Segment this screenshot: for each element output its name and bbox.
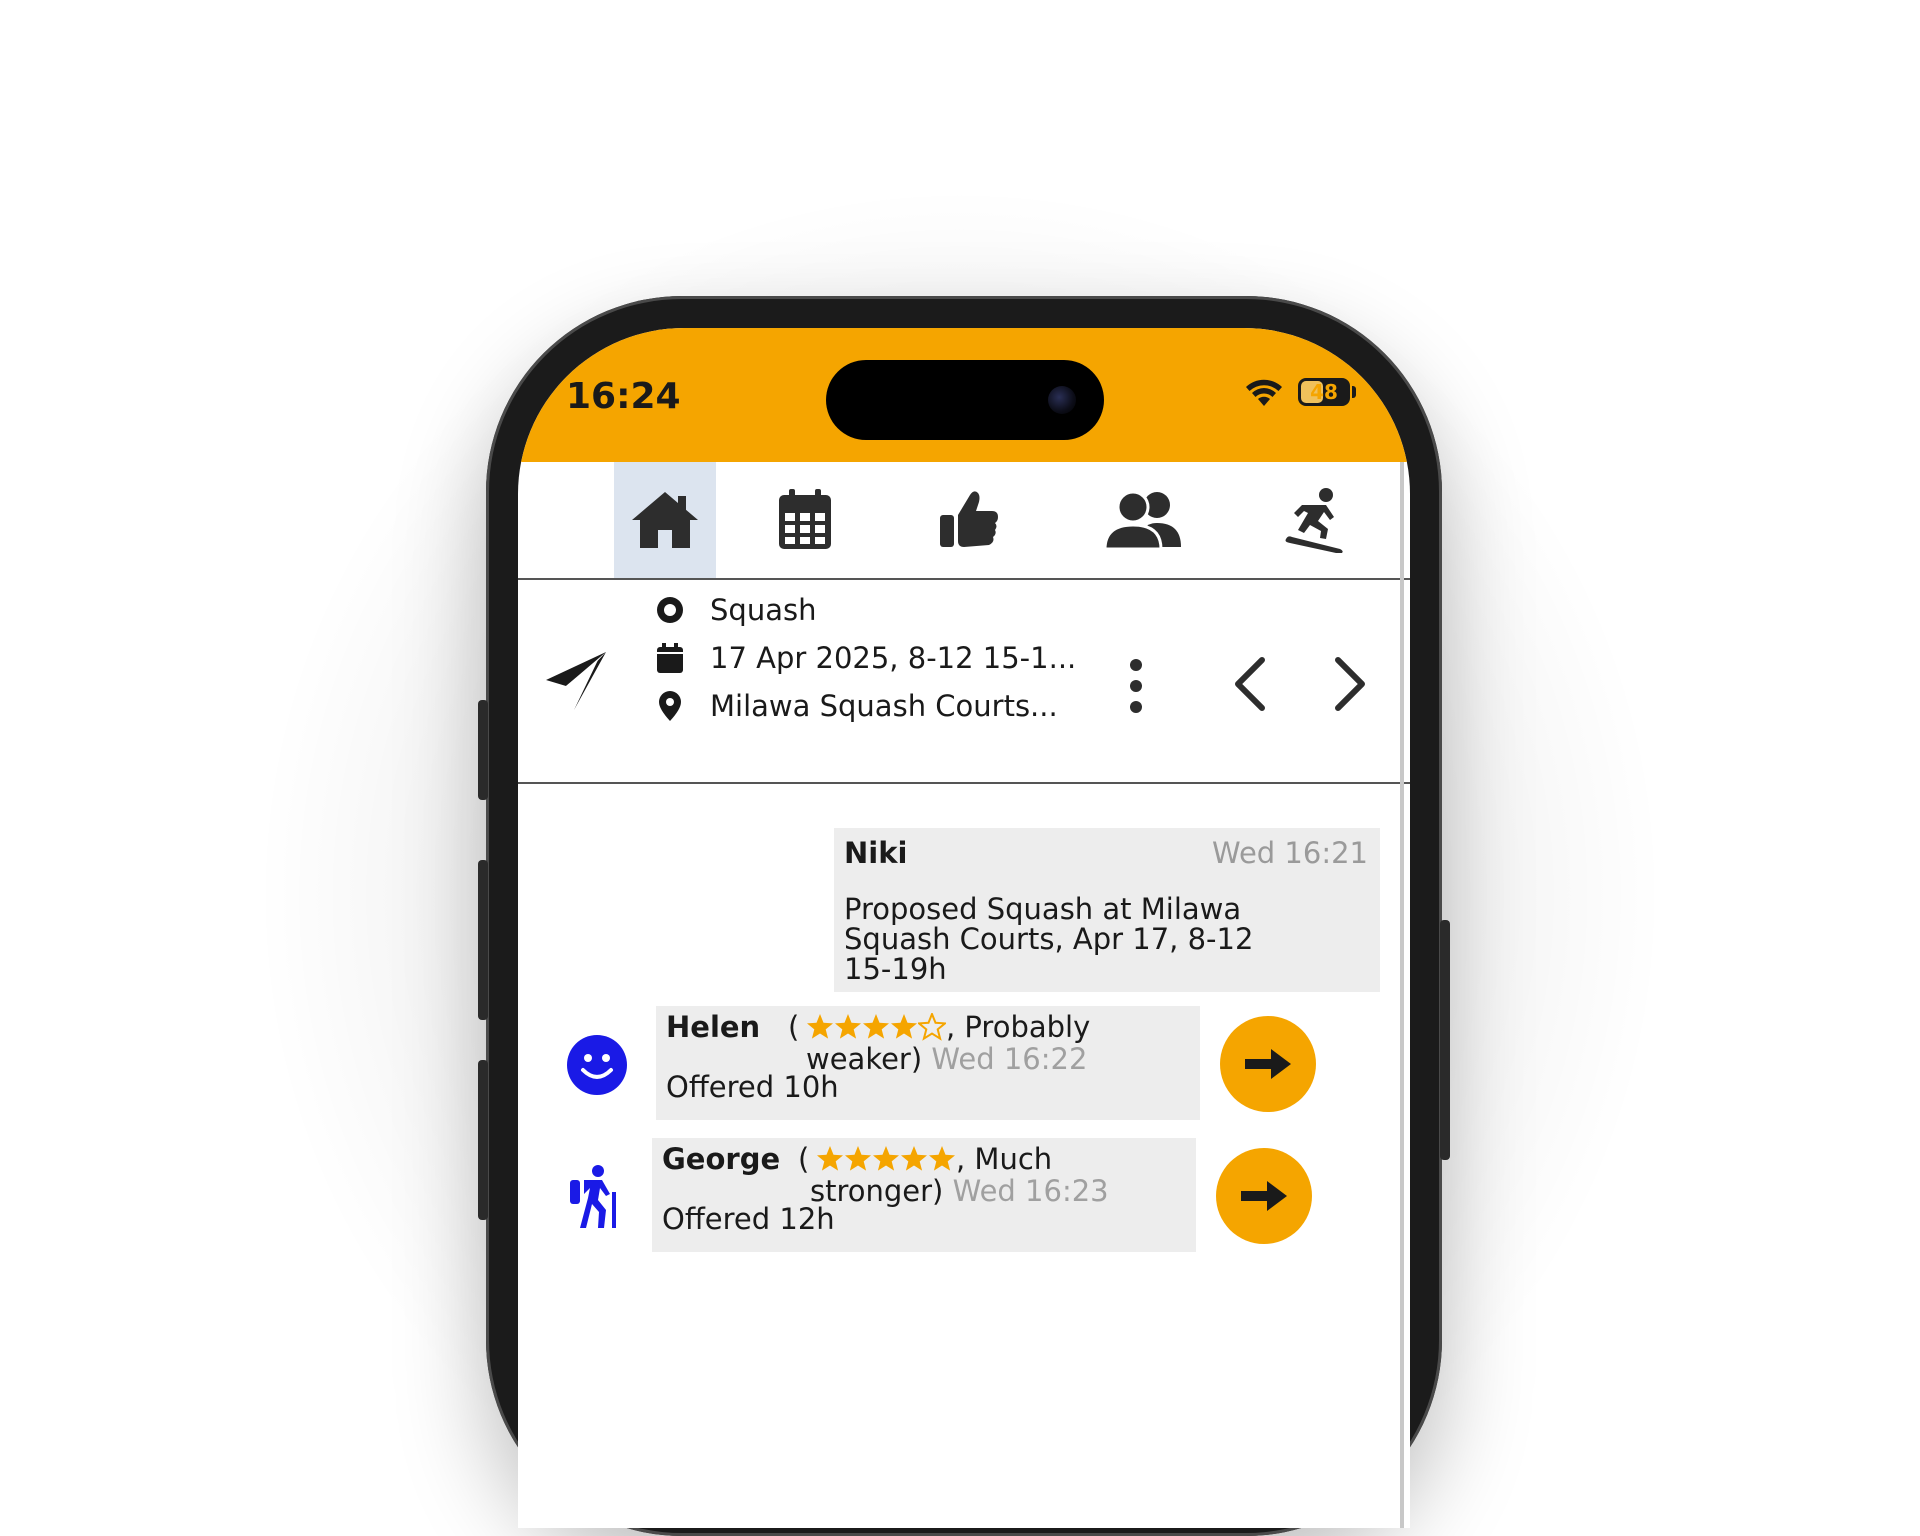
star-filled-icon <box>817 1146 843 1171</box>
star-rating <box>806 1013 946 1041</box>
star-filled-icon <box>807 1014 833 1039</box>
offer-time: Wed 16:23 <box>952 1174 1109 1208</box>
event-location-row: Milawa Squash Courts... <box>654 686 1058 726</box>
status-bar: 16:24 48 <box>518 328 1410 462</box>
app-screen: 16:24 48 Squash 17 Apr 2025, 8-12 15-1..… <box>518 328 1410 1528</box>
avatar-helen <box>566 1034 628 1100</box>
star-empty-icon <box>918 1013 946 1041</box>
event-header: Squash 17 Apr 2025, 8-12 15-1... Milawa … <box>518 580 1410 784</box>
accept-offer-button[interactable] <box>1216 1148 1312 1244</box>
arrow-right-icon <box>1245 1049 1291 1079</box>
star-filled-icon <box>835 1014 861 1039</box>
tab-calendar[interactable] <box>754 462 856 578</box>
offer-time: Wed 16:22 <box>931 1042 1088 1076</box>
rating-paren: ( <box>798 1142 810 1176</box>
calendar-icon <box>779 489 831 549</box>
arrow-right-icon <box>1241 1181 1287 1211</box>
more-options-icon[interactable] <box>1126 658 1146 714</box>
front-camera <box>1048 386 1076 414</box>
calendar-small-icon <box>654 643 686 673</box>
tab-bar <box>518 462 1410 580</box>
message-time: Wed 16:21 <box>1211 836 1368 870</box>
tab-sports[interactable] <box>1260 462 1370 578</box>
rating: , Much <box>816 1142 1052 1176</box>
level-text: , Much <box>956 1142 1053 1176</box>
offer-card-helen[interactable]: Helen ( , Probably weaker) Wed 16:22 Off… <box>656 1006 1200 1120</box>
snowboarding-icon <box>1285 488 1343 553</box>
message-body: Proposed Squash at Milawa Squash Courts,… <box>844 892 1254 986</box>
power-button <box>1440 920 1450 1160</box>
event-sport-row: Squash <box>654 590 816 630</box>
offer-name: George <box>662 1142 781 1176</box>
star-filled-icon <box>891 1014 917 1039</box>
users-icon <box>1103 490 1181 551</box>
event-date: 17 Apr 2025, 8-12 15-1... <box>710 641 1077 675</box>
thumbs-up-icon <box>940 491 998 547</box>
star-rating <box>816 1145 956 1173</box>
smiley-icon <box>567 1035 627 1095</box>
event-location: Milawa Squash Courts... <box>710 689 1058 723</box>
circle-dot-icon <box>654 595 686 625</box>
star-filled-icon <box>845 1146 871 1171</box>
avatar-george <box>568 1164 624 1234</box>
star-filled-icon <box>873 1146 899 1171</box>
offer-card-george[interactable]: George ( , Much stronger) Wed 16:23 Offe… <box>652 1138 1196 1252</box>
volume-down-button <box>478 1060 488 1220</box>
tab-friends[interactable] <box>1088 462 1198 578</box>
event-sport: Squash <box>710 593 817 627</box>
battery-tip <box>1352 386 1356 398</box>
chevron-right-icon[interactable] <box>1330 656 1370 712</box>
accept-offer-button[interactable] <box>1220 1016 1316 1112</box>
message-bubble: Niki Wed 16:21 Proposed Squash at Milawa… <box>834 828 1380 992</box>
offered-hours: Offered 12h <box>662 1202 835 1236</box>
star-filled-icon <box>929 1146 955 1171</box>
message-sender: Niki <box>844 836 908 870</box>
rating: , Probably <box>806 1010 1090 1044</box>
star-filled-icon <box>863 1014 889 1039</box>
offer-level-time: stronger) Wed 16:23 <box>810 1176 1109 1206</box>
volume-up-button <box>478 860 488 1020</box>
battery-percent: 48 <box>1310 380 1338 404</box>
scrollbar[interactable] <box>1400 462 1404 1528</box>
mute-switch <box>478 700 488 800</box>
tab-likes[interactable] <box>914 462 1024 578</box>
offer-level-time: weaker) Wed 16:22 <box>806 1044 1087 1074</box>
battery-icon: 48 <box>1298 378 1350 406</box>
dynamic-island <box>826 360 1104 440</box>
offer-name: Helen <box>666 1010 761 1044</box>
status-time: 16:24 <box>566 376 681 417</box>
home-icon <box>632 492 698 548</box>
event-date-row: 17 Apr 2025, 8-12 15-1... <box>654 638 1076 678</box>
chevron-left-icon[interactable] <box>1230 656 1270 712</box>
level-text: , Probably <box>946 1010 1091 1044</box>
star-filled-icon <box>901 1146 927 1171</box>
offered-hours: Offered 10h <box>666 1070 839 1104</box>
tab-home[interactable] <box>614 462 716 578</box>
send-icon[interactable] <box>544 650 608 712</box>
hiker-icon <box>570 1165 616 1228</box>
rating-paren: ( <box>788 1010 800 1044</box>
wifi-icon <box>1246 379 1282 406</box>
map-pin-icon <box>654 691 686 721</box>
